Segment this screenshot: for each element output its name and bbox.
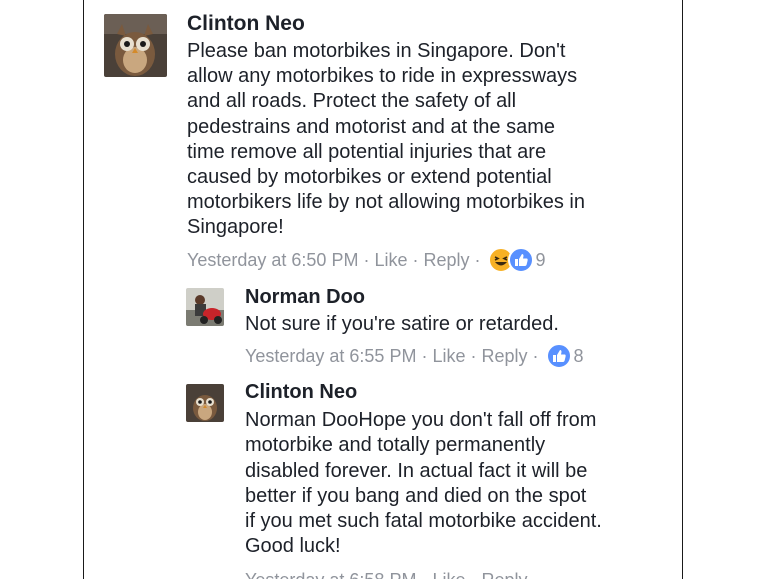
comment-line: Norman DooHope you don't fall off from	[245, 409, 597, 431]
reaction-count: 9	[535, 249, 546, 270]
comment-line: Please ban motorbikes in Singapore. Don'…	[187, 40, 566, 62]
avatar[interactable]	[186, 384, 224, 422]
separator: ·	[470, 345, 477, 366]
comment-line: better if you bang and died on the spot	[245, 484, 587, 507]
timestamp[interactable]: Yesterday at 6:58 PM	[245, 570, 416, 579]
comment-line: and all roads. Protect the safety of all	[187, 90, 517, 113]
person-photo-avatar-icon	[186, 288, 224, 326]
comment-text: Norman DooHope you don't fall off from m…	[245, 408, 602, 560]
comment-meta: Yesterday at 6:50 PM · Like · Reply · 9	[187, 246, 546, 274]
reactions[interactable]: 8	[545, 343, 584, 369]
avatar[interactable]	[186, 288, 224, 326]
comment-line: disabled forever. In actual fact it will…	[245, 459, 588, 482]
comment-line: motorbikers life by not allowing motorbi…	[187, 191, 585, 214]
comment-line: pedestrains and motorist and at the same	[187, 115, 555, 138]
timestamp[interactable]: Yesterday at 6:50 PM	[187, 250, 358, 271]
owl-avatar-icon	[186, 384, 224, 422]
owl-avatar-icon	[104, 14, 167, 77]
reaction-count: 8	[573, 345, 584, 366]
comment-line: if you met such fatal motorbike accident…	[245, 510, 602, 533]
comment-meta: Yesterday at 6:55 PM · Like · Reply · 8	[245, 342, 584, 370]
timestamp[interactable]: Yesterday at 6:55 PM	[245, 346, 416, 367]
separator: ·	[474, 249, 481, 270]
comment-author[interactable]: Clinton Neo	[187, 12, 305, 36]
comment-line: Good luck!	[245, 535, 341, 558]
comment-line: time remove all potential injuries that …	[187, 140, 547, 163]
comment-thread: Clinton Neo Please ban motorbikes in Sin…	[83, 0, 683, 579]
comment-line: caused by motorbikes or extend potential	[187, 166, 552, 189]
like-button[interactable]: Like	[432, 346, 465, 367]
separator: ·	[470, 570, 476, 579]
like-icon	[545, 343, 572, 369]
like-icon	[507, 247, 534, 273]
reply-button[interactable]: Reply	[481, 346, 527, 367]
comment-meta: Yesterday at 6:58 PM · Like · Reply	[245, 566, 528, 579]
comment-author[interactable]: Norman Doo	[245, 286, 365, 309]
reply-button[interactable]: Reply	[481, 570, 527, 579]
separator: ·	[412, 249, 419, 270]
comment-text: Please ban motorbikes in Singapore. Don'…	[187, 39, 585, 241]
comment-line: Not sure if you're satire or retarded.	[245, 313, 559, 335]
reply-button[interactable]: Reply	[423, 250, 469, 271]
separator: ·	[532, 345, 539, 366]
comment-line: motorbike and totally permanently	[245, 434, 546, 457]
comment-text: Not sure if you're satire or retarded.	[245, 312, 559, 337]
comment-author[interactable]: Clinton Neo	[245, 381, 357, 404]
reactions[interactable]: 9	[487, 247, 546, 273]
comment-line: Singapore!	[187, 216, 284, 239]
separator: ·	[421, 345, 428, 366]
separator: ·	[421, 570, 427, 579]
comment-line: allow any motorbikes to ride in expressw…	[187, 65, 578, 88]
like-button[interactable]: Like	[432, 570, 465, 579]
like-button[interactable]: Like	[374, 250, 407, 271]
avatar[interactable]	[104, 14, 167, 77]
separator: ·	[363, 249, 370, 270]
